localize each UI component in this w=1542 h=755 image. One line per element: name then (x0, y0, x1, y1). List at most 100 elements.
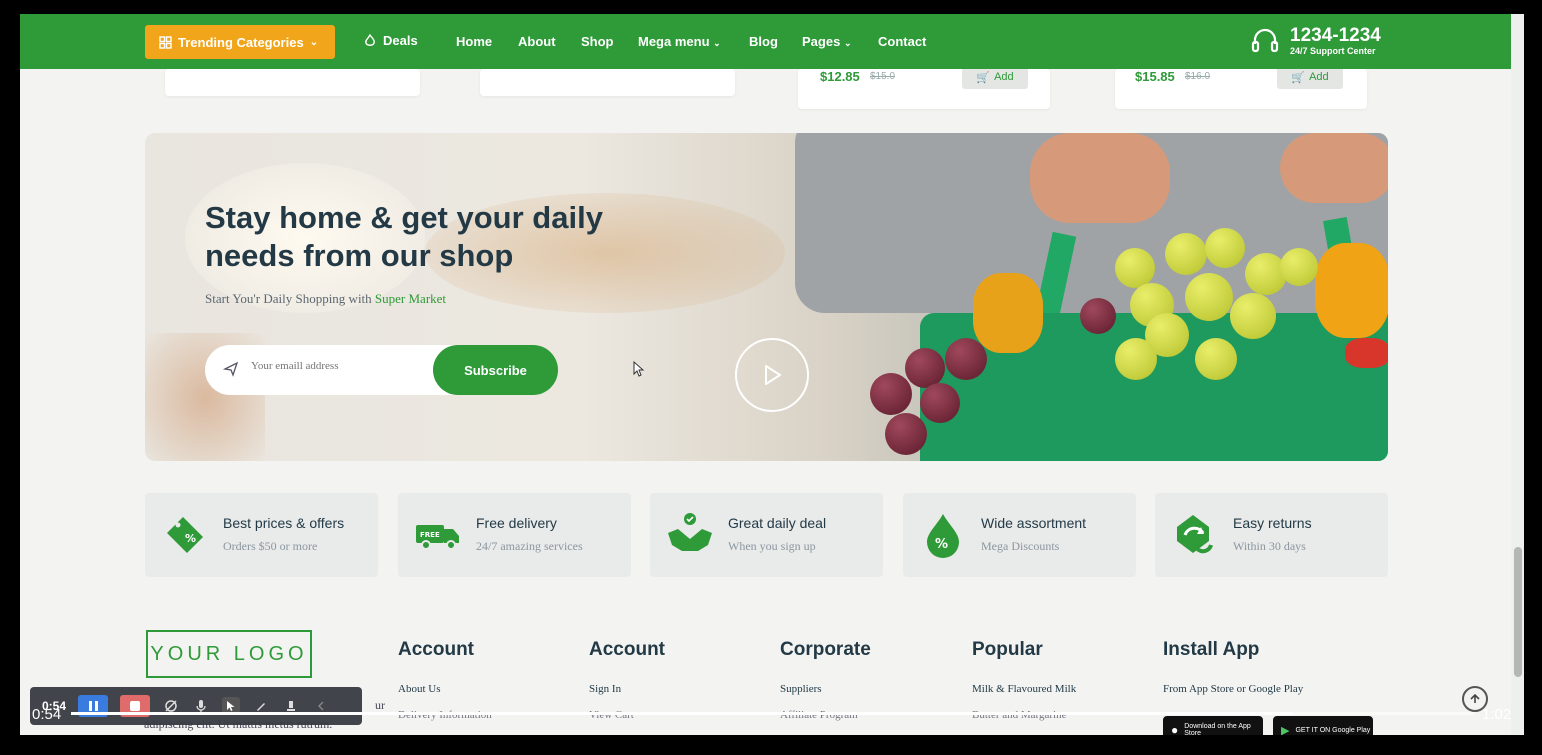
main-navbar: Trending Categories ⌄ Deals Home About S… (20, 14, 1511, 69)
nav-pages[interactable]: Pages ⌄ (802, 34, 851, 49)
send-icon (223, 361, 239, 377)
email-input[interactable] (251, 360, 421, 372)
discount-drop-icon: % (927, 514, 959, 558)
pepper-image (1345, 338, 1388, 368)
footer-column-install-app: Install App From App Store or Google Pla… (1163, 639, 1303, 695)
feature-subtitle: Orders $50 or more (223, 539, 318, 553)
feature-subtitle: Mega Discounts (981, 539, 1060, 553)
red-grape-image (885, 413, 927, 455)
product-card[interactable]: $12.85 $15.0 🛒 Add (798, 65, 1050, 109)
video-play-button[interactable] (735, 338, 809, 412)
footer-link[interactable]: Butter and Margarine (972, 709, 1076, 721)
chevron-down-icon: ⌄ (843, 38, 852, 48)
nav-shop[interactable]: Shop (581, 34, 614, 49)
product-card[interactable] (165, 69, 420, 96)
red-grape-image (945, 338, 987, 380)
flame-icon (365, 33, 375, 46)
hand-image (1280, 133, 1388, 203)
footer-link[interactable]: Milk & Flavoured Milk (972, 683, 1076, 695)
handshake-icon (668, 513, 712, 551)
price-tag-icon: % (167, 517, 203, 553)
grape-image (1115, 248, 1155, 288)
footer-logo[interactable]: YOUR LOGO (146, 630, 312, 678)
footer-link[interactable]: Suppliers (780, 683, 871, 695)
svg-text:%: % (935, 537, 948, 552)
nav-mega-menu[interactable]: Mega menu ⌄ (638, 34, 721, 49)
grape-image (1185, 273, 1233, 321)
nav-about[interactable]: About (518, 34, 556, 49)
trending-categories-button[interactable]: Trending Categories ⌄ (145, 25, 335, 59)
add-label: Add (1309, 71, 1329, 83)
footer-column-account: Account Sign In View Cart (589, 639, 665, 721)
app-store-badge[interactable]: ● Download on the App Store (1163, 716, 1263, 735)
footer-link: From App Store or Google Play (1163, 683, 1304, 695)
svg-text:%: % (185, 532, 196, 545)
feature-card: Great daily deal When you sign up (650, 493, 883, 577)
video-current-time: 0:54 (32, 706, 62, 723)
support-phone[interactable]: 1234-1234 24/7 Support Center (1250, 26, 1381, 56)
grape-image (1195, 338, 1237, 380)
grape-image (1280, 248, 1318, 286)
feature-card: FREE Free delivery 24/7 amazing services (398, 493, 631, 577)
feature-title: Great daily deal (728, 515, 827, 531)
grape-image (1115, 338, 1157, 380)
product-price: $12.85 (820, 69, 860, 84)
feature-subtitle: When you sign up (728, 539, 816, 553)
subscribe-button[interactable]: Subscribe (433, 345, 558, 395)
svg-text:FREE: FREE (420, 531, 440, 539)
nav-home[interactable]: Home (456, 34, 492, 49)
footer-link[interactable]: Delivery Information (398, 709, 492, 721)
footer-link[interactable]: Affiliate Program (780, 709, 871, 721)
browser-viewport: $12.85 $15.0 🛒 Add $15.85 $16.0 🛒 Add Tren… (20, 14, 1524, 735)
page-scrollbar[interactable] (1511, 14, 1524, 735)
banner-subtitle-highlight: Super Market (374, 291, 447, 306)
feature-card: % Wide assortment Mega Discounts (903, 493, 1136, 577)
nav-contact[interactable]: Contact (878, 34, 926, 49)
footer-column-title: Account (398, 639, 474, 660)
video-progress-bar[interactable] (71, 712, 1475, 715)
product-card[interactable] (480, 69, 735, 96)
footer-link[interactable]: Sign In (589, 683, 665, 695)
play-icon (765, 365, 781, 385)
chevron-down-icon: ⌄ (309, 36, 319, 48)
feature-title: Free delivery (476, 515, 557, 531)
footer-column-popular: Popular Milk & Flavoured Milk Butter and… (972, 639, 1076, 721)
google-play-badge[interactable]: ▶ GET IT ON Google Play (1273, 716, 1373, 735)
newsletter-form: Subscribe (205, 345, 558, 395)
grape-image (1165, 233, 1207, 275)
grape-image (1205, 228, 1245, 268)
red-grape-image (920, 383, 960, 423)
grid-icon (159, 35, 172, 49)
banner-headline: Stay home & get your daily needs from ou… (205, 200, 603, 273)
nav-pages-label: Pages (802, 34, 841, 49)
video-progress-fill (71, 712, 1293, 715)
footer-column-account: Account About Us Delivery Information (398, 639, 492, 721)
chevron-down-icon: ⌄ (713, 38, 721, 48)
feature-title: Best prices & offers (223, 515, 345, 531)
feature-title: Wide assortment (981, 515, 1087, 531)
cart-icon: 🛒 (976, 71, 991, 84)
feature-card: Easy returns Within 30 days (1155, 493, 1388, 577)
red-grape-image (905, 348, 945, 388)
returns-icon (1177, 515, 1213, 554)
footer-column-title: Popular (972, 639, 1043, 660)
hand-image (1030, 133, 1170, 223)
scrollbar-thumb[interactable] (1514, 547, 1522, 677)
headset-icon (1251, 28, 1279, 53)
footer-description-fragment: ur (375, 698, 385, 712)
banner-subtitle: Start You'r Daily Shopping with Super Ma… (205, 291, 446, 307)
add-label: Add (994, 71, 1014, 83)
feature-title: Easy returns (1233, 515, 1312, 531)
google-play-label: GET IT ON Google Play (1295, 726, 1371, 734)
nav-blog[interactable]: Blog (749, 34, 778, 49)
phone-number: 1234-1234 (1290, 25, 1381, 46)
footer-link[interactable]: About Us (398, 683, 492, 695)
pause-icon (88, 701, 98, 711)
nav-deals[interactable]: Deals (363, 33, 418, 48)
support-label: 24/7 Support Center (1290, 46, 1376, 56)
product-card[interactable]: $15.85 $16.0 🛒 Add (1115, 65, 1367, 109)
red-grape-image (870, 373, 912, 415)
nav-mega-label: Mega menu (638, 34, 710, 49)
footer-link[interactable]: View Cart (589, 709, 665, 721)
product-old-price: $15.0 (870, 71, 896, 82)
